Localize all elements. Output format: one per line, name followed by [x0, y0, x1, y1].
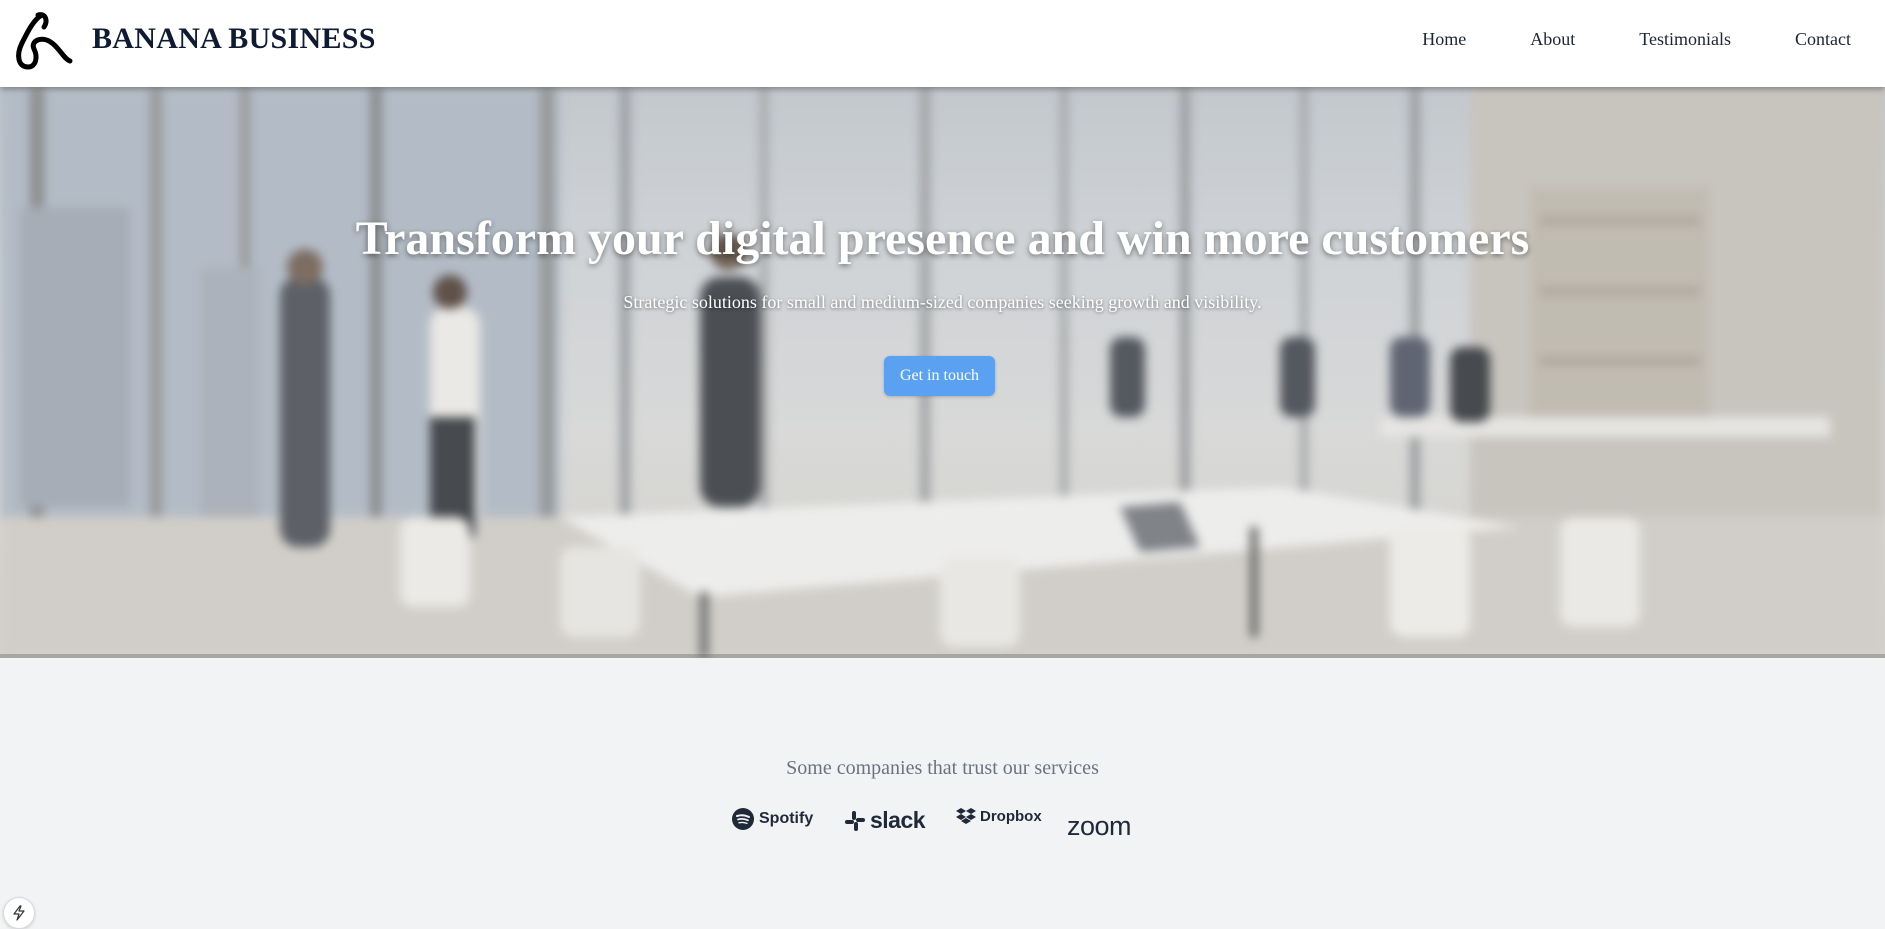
hero-section: Transform your digital presence and win …: [0, 87, 1885, 658]
slack-wordmark: slack: [870, 807, 926, 833]
spotify-logo: Spotify: [731, 807, 813, 831]
slack-logo: slack: [844, 807, 926, 834]
dropbox-icon: [956, 808, 976, 824]
main-nav: Home About Testimonials Contact: [1358, 29, 1851, 50]
get-in-touch-button[interactable]: Get in touch: [884, 356, 995, 396]
trust-label: Some companies that trust our services: [786, 757, 1099, 779]
partner-logos: Spotify slack Dropbox zoom: [0, 805, 1885, 845]
hero-bottom-edge: [0, 654, 1885, 658]
site-header: BANANA BUSINESS Home About Testimonials …: [0, 0, 1885, 87]
bolt-icon[interactable]: [3, 897, 35, 929]
zoom-logo: zoom: [1067, 811, 1132, 842]
zoom-wordmark: zoom: [1067, 811, 1132, 841]
nav-contact-link[interactable]: Contact: [1795, 29, 1851, 50]
nav-about-link[interactable]: About: [1530, 29, 1575, 50]
spotify-icon: [732, 808, 754, 830]
dropbox-logo: Dropbox: [956, 807, 1042, 825]
hero-subtitle: Strategic solutions for small and medium…: [623, 292, 1262, 312]
nav-home-link[interactable]: Home: [1422, 29, 1466, 50]
brand-name[interactable]: BANANA BUSINESS: [92, 22, 376, 56]
dropbox-wordmark: Dropbox: [980, 807, 1042, 825]
banana-icon[interactable]: [12, 9, 76, 73]
slack-icon: [845, 810, 865, 831]
hero-title: Transform your digital presence and win …: [355, 212, 1530, 265]
nav-testimonials-link[interactable]: Testimonials: [1639, 29, 1731, 50]
spotify-wordmark: Spotify: [759, 810, 814, 827]
